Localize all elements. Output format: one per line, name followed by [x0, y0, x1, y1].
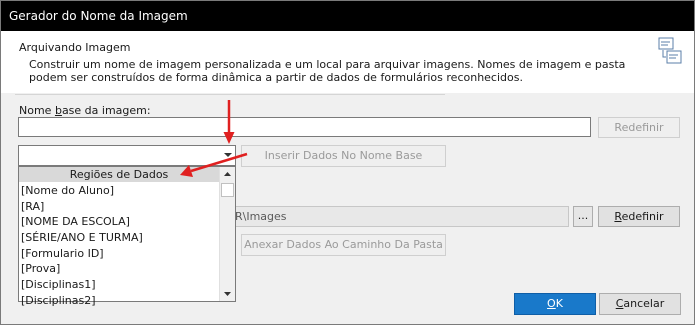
append-data-button[interactable]: Anexar Dados Ao Caminho Da Pasta: [241, 234, 446, 256]
annotation-arrow-left-icon: [180, 152, 248, 177]
list-item[interactable]: [RA]: [19, 199, 219, 215]
list-item[interactable]: [Nome do Aluno]: [19, 183, 219, 199]
document-stack-icon: [658, 37, 682, 65]
header-description: Construir um nome de imagem personalizad…: [29, 58, 626, 84]
reset-base-name-button[interactable]: Redefinir: [598, 117, 680, 138]
dropdown-list: [Nome do Aluno] [RA] [NOME DA ESCOLA] [S…: [19, 183, 219, 309]
base-name-input[interactable]: [18, 117, 591, 137]
dialog-window: Gerador do Nome da Imagem Arquivando Ima…: [0, 0, 695, 325]
cancel-button[interactable]: Cancelar: [599, 293, 681, 315]
list-item[interactable]: [NOME DA ESCOLA]: [19, 214, 219, 230]
insert-data-button[interactable]: Inserir Dados No Nome Base: [241, 145, 446, 167]
base-name-label: Nome base da imagem:: [19, 104, 151, 117]
list-item[interactable]: [Prova]: [19, 261, 219, 277]
window-title: Gerador do Nome da Imagem: [1, 1, 694, 31]
dropdown-scrollbar[interactable]: [219, 167, 235, 301]
scroll-down-icon[interactable]: [220, 286, 235, 301]
list-item[interactable]: [Disciplinas2]: [19, 293, 219, 309]
data-regions-dropdown: Regiões de Dados [Nome do Aluno] [RA] [N…: [18, 166, 236, 307]
list-item[interactable]: [SÉRIE/ANO E TURMA]: [19, 230, 219, 246]
header-title: Arquivando Imagem: [19, 41, 131, 54]
reset-folder-button[interactable]: Redefinir: [598, 206, 680, 227]
annotation-arrow-down-icon: [223, 100, 235, 144]
list-item[interactable]: [Disciplinas1]: [19, 277, 219, 293]
scroll-thumb[interactable]: [221, 183, 234, 197]
folder-path-input[interactable]: R\Images: [226, 206, 569, 227]
list-item[interactable]: [Formulario ID]: [19, 246, 219, 262]
browse-folder-button[interactable]: ...: [573, 206, 593, 227]
ok-button[interactable]: OK: [514, 293, 596, 315]
header-separator: [15, 94, 445, 95]
